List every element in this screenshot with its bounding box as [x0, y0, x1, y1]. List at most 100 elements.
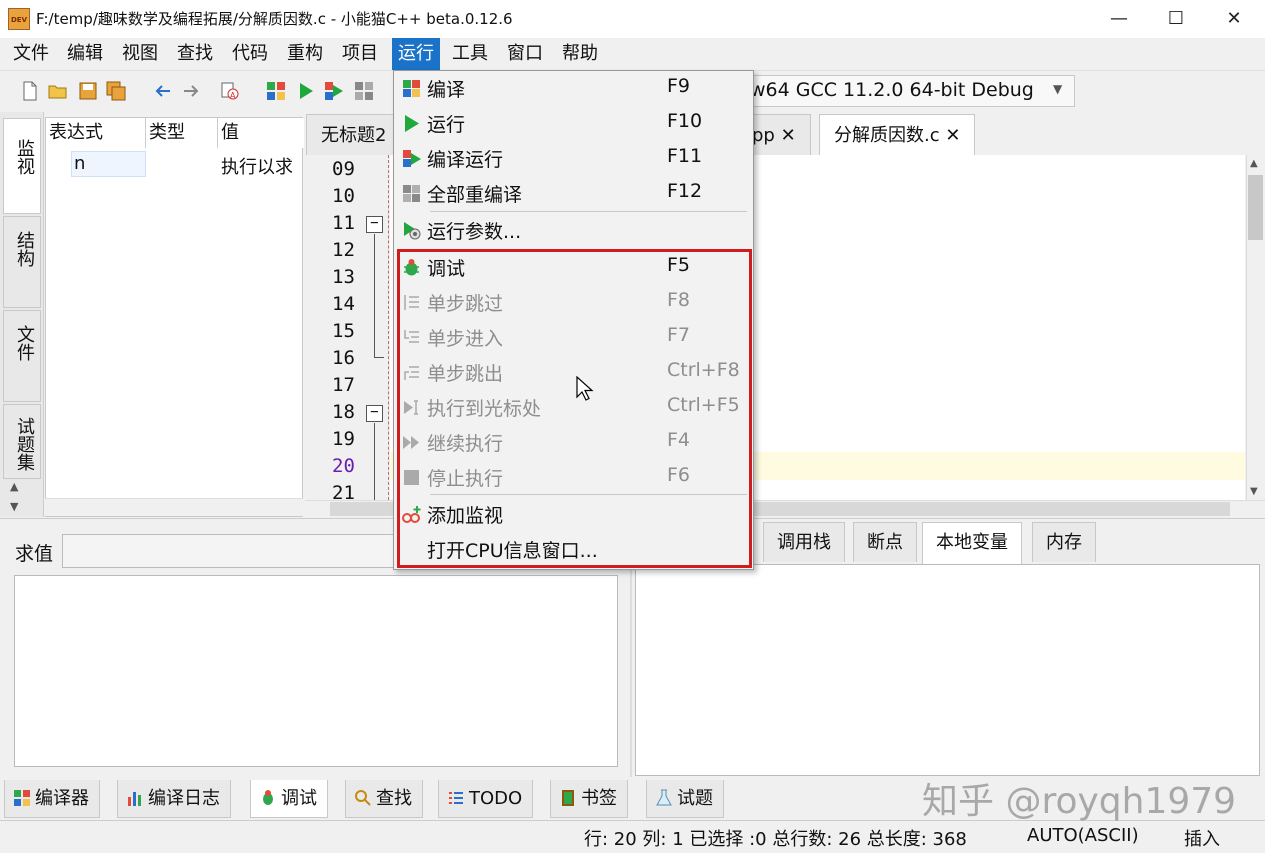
menu-search[interactable]: 查找 — [171, 38, 219, 70]
menu-item-shortcut: F9 — [667, 75, 691, 97]
tab-structure[interactable]: 结构 — [3, 216, 41, 308]
line-number: 14 — [332, 293, 355, 315]
menu-bar: 文件 编辑 视图 查找 代码 重构 项目 运行 工具 窗口 帮助 — [0, 38, 1265, 70]
back-arrow-icon[interactable] — [153, 81, 173, 101]
line-number: 11 — [332, 212, 355, 234]
tab-debug[interactable]: 调试 — [250, 780, 328, 818]
menu-item-run-params[interactable]: 运行参数... — [394, 213, 752, 247]
tab-untitled2-label: 无标题2 — [321, 125, 387, 146]
fold-toggle-icon[interactable]: − — [366, 405, 383, 422]
open-folder-icon[interactable] — [48, 81, 68, 101]
close-icon[interactable]: ✕ — [945, 125, 960, 146]
chevron-down-icon[interactable]: ▼ — [1053, 82, 1062, 96]
run-icon[interactable] — [296, 81, 316, 101]
tab-problem-set[interactable]: 试题集 — [3, 404, 41, 479]
bookmark-icon — [562, 790, 574, 806]
menu-separator — [430, 211, 747, 212]
save-icon[interactable] — [78, 81, 98, 101]
tab-breakpoints[interactable]: 断点 — [853, 522, 917, 562]
tab-factorize-c-label: 分解质因数.c — [834, 125, 940, 146]
menu-run[interactable]: 运行 — [392, 38, 440, 70]
tab-problems-label: 试题 — [677, 788, 713, 809]
tab-problem-set-label: 试题集 — [14, 417, 35, 471]
watch-header-value[interactable]: 值 — [218, 118, 304, 148]
maximize-button[interactable]: ☐ — [1147, 0, 1205, 38]
tab-files-label: 文件 — [14, 325, 35, 361]
tab-factorize-c[interactable]: 分解质因数.c ✕ — [819, 114, 976, 156]
run-icon — [405, 115, 419, 132]
tab-structure-label: 结构 — [14, 231, 35, 267]
tab-compiler-label: 编译器 — [35, 788, 89, 809]
tab-watch[interactable]: 监视 — [3, 118, 41, 214]
menu-view[interactable]: 视图 — [116, 38, 164, 70]
watch-horizontal-scrollbar[interactable] — [45, 498, 303, 516]
menu-item-label: 编译运行 — [427, 149, 504, 171]
save-all-icon[interactable] — [106, 81, 126, 101]
menu-help[interactable]: 帮助 — [556, 38, 604, 70]
debug-items-highlight-box — [397, 249, 752, 568]
tab-compiler[interactable]: 编译器 — [4, 780, 100, 818]
tab-search[interactable]: 查找 — [345, 780, 423, 818]
vertical-scroll-thumb[interactable] — [1248, 175, 1263, 240]
line-number: 13 — [332, 266, 355, 288]
tab-files[interactable]: 文件 — [3, 310, 41, 402]
rebuild-icon[interactable] — [354, 81, 374, 101]
tab-compile-log[interactable]: 编译日志 — [117, 780, 231, 818]
tab-call-stack[interactable]: 调用栈 — [763, 522, 845, 562]
menu-item-run[interactable]: 运行 F10 — [394, 106, 752, 140]
menu-tools[interactable]: 工具 — [446, 38, 494, 70]
menu-edit[interactable]: 编辑 — [61, 38, 109, 70]
watch-header-expression[interactable]: 表达式 — [46, 118, 146, 148]
close-button[interactable]: ✕ — [1205, 0, 1263, 38]
tab-memory[interactable]: 内存 — [1032, 522, 1096, 562]
menu-item-compile-run[interactable]: 编译运行 F11 — [394, 141, 752, 175]
menu-item-label: 运行 — [427, 114, 466, 136]
fold-toggle-icon[interactable]: − — [366, 216, 383, 233]
tab-local-variables[interactable]: 本地变量 — [922, 522, 1022, 564]
menu-window[interactable]: 窗口 — [501, 38, 549, 70]
tab-todo-label: TODO — [469, 788, 523, 809]
left-tab-strip: 监视 结构 文件 试题集 ▲ ▼ — [0, 112, 44, 517]
scroll-up-icon[interactable]: ▲ — [10, 480, 18, 493]
line-number: 17 — [332, 374, 355, 396]
menu-item-rebuild-all[interactable]: 全部重编译 F12 — [394, 176, 752, 210]
status-encoding[interactable]: AUTO(ASCII) — [1027, 825, 1139, 846]
line-number: 21 — [332, 482, 355, 500]
menu-project[interactable]: 项目 — [336, 38, 384, 70]
menu-file[interactable]: 文件 — [7, 38, 55, 70]
tab-problems[interactable]: 试题 — [646, 780, 724, 818]
compile-run-icon[interactable] — [324, 81, 344, 101]
scroll-down-icon[interactable]: ▼ — [10, 500, 18, 513]
todo-list-icon — [449, 792, 463, 804]
watch-row-expression: n — [74, 153, 86, 174]
tab-bookmarks[interactable]: 书签 — [550, 780, 628, 818]
compile-icon[interactable] — [266, 81, 286, 101]
watermark: 知乎 @royqh1979 — [922, 781, 1237, 822]
menu-refactor[interactable]: 重构 — [281, 38, 329, 70]
scroll-down-icon[interactable]: ▼ — [1250, 486, 1258, 497]
menu-item-shortcut: F11 — [667, 145, 703, 167]
eval-input[interactable] — [62, 534, 402, 568]
close-icon[interactable]: ✕ — [781, 125, 796, 146]
tab-todo[interactable]: TODO — [438, 780, 534, 818]
scroll-up-icon[interactable]: ▲ — [1250, 158, 1258, 169]
watch-header-type[interactable]: 类型 — [146, 118, 218, 148]
line-number: 18 — [332, 401, 355, 423]
format-code-icon[interactable]: A — [220, 81, 240, 101]
new-file-icon[interactable] — [20, 81, 40, 101]
minimize-button[interactable]: — — [1090, 0, 1148, 38]
menu-item-compile[interactable]: 编译 F9 — [394, 71, 752, 105]
svg-text:A: A — [230, 91, 236, 100]
window-title: F:/temp/趣味数学及编程拓展/分解质因数.c - 小能猫C++ beta.… — [36, 10, 513, 28]
tab-untitled2[interactable]: 无标题2 — [306, 114, 402, 156]
line-number: 09 — [332, 158, 355, 180]
watch-row-value: 执行以求 — [221, 157, 293, 178]
search-icon — [355, 790, 371, 806]
watch-panel: 表达式 类型 值 n 执行以求 — [45, 117, 304, 517]
menu-item-label: 全部重编译 — [427, 184, 523, 206]
menu-code[interactable]: 代码 — [226, 38, 274, 70]
compile-icon — [14, 790, 30, 806]
menu-item-shortcut: F12 — [667, 180, 703, 202]
forward-arrow-icon[interactable] — [181, 81, 201, 101]
status-position: 行: 20 列: 1 已选择 :0 总行数: 26 总长度: 368 — [584, 829, 967, 850]
